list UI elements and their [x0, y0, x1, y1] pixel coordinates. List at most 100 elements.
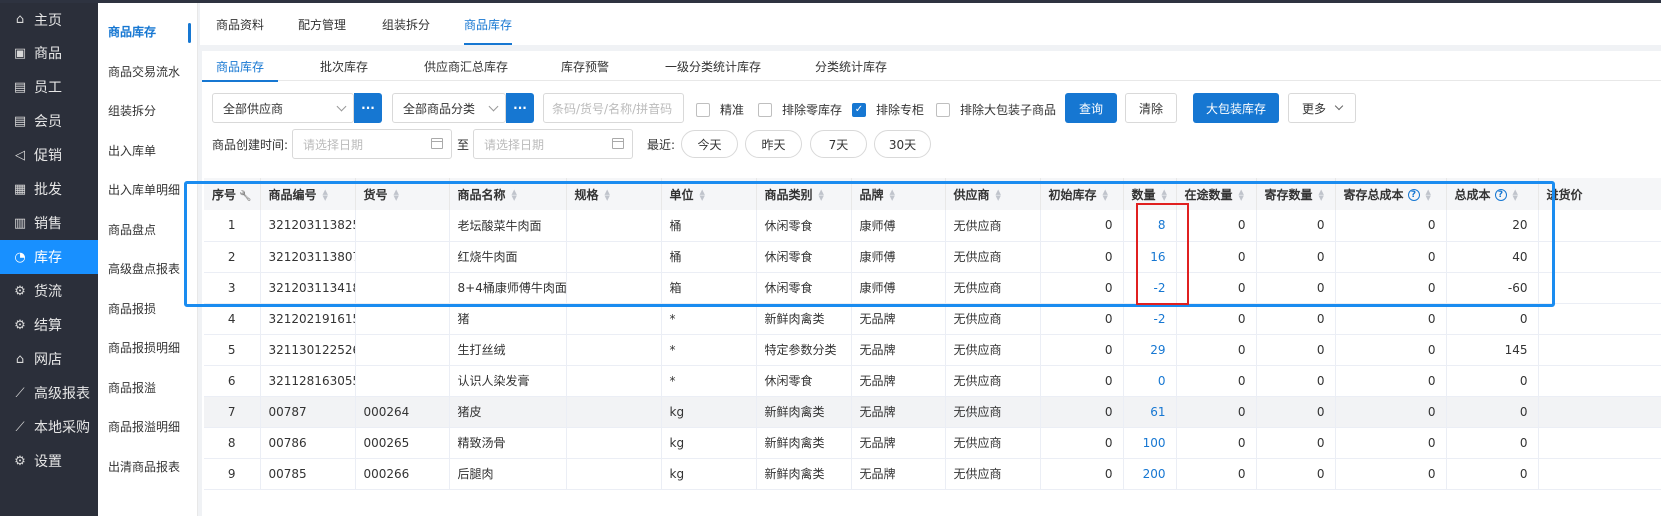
submenu-item-6[interactable]: 高级盘点报表 — [98, 249, 197, 289]
sidebar-item-12[interactable]: ⟋ 本地采购 — [0, 410, 98, 444]
column-header[interactable]: 供应商 ▲ ▼ — [945, 178, 1041, 210]
checkbox-exclude-zero[interactable]: 排除零库存 — [758, 101, 842, 118]
sort-icon[interactable]: ▲ ▼ — [1239, 189, 1247, 202]
sidebar-item-7[interactable]: ◔ 库存 — [0, 240, 98, 274]
submenu-item-4[interactable]: 出入库单明细 — [98, 170, 197, 210]
sidebar-item-2[interactable]: ▤ 员工 — [0, 70, 98, 104]
column-header[interactable]: 商品类别 ▲ ▼ — [756, 178, 852, 210]
search-input[interactable]: 条码/货号/名称/拼音码 — [543, 93, 684, 123]
sort-icon[interactable]: ▲ ▼ — [1103, 189, 1111, 202]
table-cell[interactable]: 8 — [1123, 210, 1177, 242]
subtab-level1-category[interactable]: 一级分类统计库存 — [665, 51, 761, 81]
sidebar-item-6[interactable]: ▥ 销售 — [0, 206, 98, 240]
supplier-select[interactable]: 全部供应商 — [212, 93, 354, 123]
query-button[interactable]: 查询 — [1065, 93, 1117, 123]
column-header[interactable]: 单位 ▲ ▼ — [661, 178, 757, 210]
subtab-stock-warning[interactable]: 库存预警 — [561, 51, 609, 81]
help-icon[interactable]: ? — [1494, 189, 1507, 201]
table-cell[interactable]: 100 — [1123, 427, 1177, 459]
sort-icon[interactable]: ▲ ▼ — [323, 189, 331, 202]
sidebar-item-10[interactable]: ⌂ 网店 — [0, 342, 98, 376]
column-header[interactable]: 进货价 — [1538, 178, 1661, 210]
submenu-item-8[interactable]: 商品报损明细 — [98, 328, 197, 368]
sidebar-item-5[interactable]: ▦ 批发 — [0, 172, 98, 206]
range-today-button[interactable]: 今天 — [681, 130, 738, 158]
range-yesterday-button[interactable]: 昨天 — [745, 130, 802, 158]
checkbox-exclude-bigpack[interactable]: 排除大包装子商品 — [936, 101, 1056, 118]
sidebar-item-1[interactable]: ▣ 商品 — [0, 36, 98, 70]
table-row[interactable]: 9 00785 000266 后腿肉 kg 新鲜肉禽类 无品牌 无供应商 0 200 0 0 0 0 — [204, 458, 1661, 490]
sidebar-item-13[interactable]: ⚙ 设置 — [0, 444, 98, 478]
start-date-input[interactable]: 请选择日期 — [292, 129, 452, 159]
submenu-item-11[interactable]: 出清商品报表 — [98, 447, 197, 487]
sort-icon[interactable]: ▲ ▼ — [394, 189, 402, 202]
subtab-supplier-summary[interactable]: 供应商汇总库存 — [424, 51, 508, 81]
sort-icon[interactable]: ▲ ▼ — [1162, 189, 1170, 202]
sidebar-item-4[interactable]: ◁ 促销 — [0, 138, 98, 172]
table-row[interactable]: 13212031138252老坛酸菜牛肉面桶休闲零食康师傅无供应商0800020 — [204, 210, 1661, 242]
subtab-batch-inventory[interactable]: 批次库存 — [320, 51, 368, 81]
help-icon[interactable]: ? — [1407, 189, 1420, 201]
sort-icon[interactable]: ▲ ▼ — [819, 189, 827, 202]
category-more-button[interactable]: ··· — [506, 93, 534, 123]
clear-button[interactable]: 清除 — [1125, 93, 1177, 123]
sidebar-item-3[interactable]: ▤ 会员 — [0, 104, 98, 138]
column-header[interactable]: 品牌 ▲ ▼ — [851, 178, 946, 210]
sort-icon[interactable]: ▲ ▼ — [890, 189, 898, 202]
submenu-item-2[interactable]: 组装拆分 — [98, 91, 197, 131]
submenu-item-3[interactable]: 出入库单 — [98, 131, 197, 171]
sidebar-item-11[interactable]: ⟋ 高级报表 — [0, 376, 98, 410]
checkbox-exact[interactable]: 精准 — [696, 101, 744, 118]
table-cell[interactable]: -2 — [1123, 303, 1177, 335]
table-cell[interactable]: 29 — [1123, 334, 1177, 366]
checkbox-exclude-counter[interactable]: ✓ 排除专柜 — [852, 101, 924, 118]
column-header[interactable]: 在途数量 ▲ ▼ — [1176, 178, 1257, 210]
table-row[interactable]: 23212031138070红烧牛肉面桶休闲零食康师傅无供应商01600040 — [204, 241, 1661, 273]
big-pack-inventory-button[interactable]: 大包装库存 — [1193, 93, 1279, 123]
end-date-input[interactable]: 请选择日期 — [473, 129, 633, 159]
column-header[interactable]: 初始库存 ▲ ▼ — [1040, 178, 1124, 210]
table-row[interactable]: 8 00786 000265 精致汤骨 kg 新鲜肉禽类 无品牌 无供应商 0 100 0 0 0 0 — [204, 427, 1661, 459]
column-header[interactable]: 货号 ▲ ▼ — [355, 178, 450, 210]
table-cell[interactable]: 0 — [1123, 365, 1177, 397]
column-header[interactable]: 总成本? ▲ ▼ — [1446, 178, 1539, 210]
table-cell[interactable]: 200 — [1123, 458, 1177, 490]
sidebar-item-8[interactable]: ⚙ 货流 — [0, 274, 98, 308]
table-row[interactable]: 53211301225260生打丝绒*特定参数分类无品牌无供应商02900014… — [204, 334, 1661, 366]
subtab-category-stats[interactable]: 分类统计库存 — [815, 51, 887, 81]
category-select[interactable]: 全部商品分类 — [392, 93, 506, 123]
sort-icon[interactable]: ▲ ▼ — [1319, 189, 1327, 202]
sort-icon[interactable]: ▲ ▼ — [1426, 189, 1434, 202]
table-row[interactable]: 43212021916155猪*新鲜肉禽类无品牌无供应商0-20000 — [204, 303, 1661, 335]
submenu-item-5[interactable]: 商品盘点 — [98, 210, 197, 250]
sidebar-item-9[interactable]: ⚙ 结算 — [0, 308, 98, 342]
column-header[interactable]: 商品编号 ▲ ▼ — [260, 178, 356, 210]
tab-product-info[interactable]: 商品资料 — [216, 3, 264, 45]
column-header[interactable]: 寄存数量 ▲ ▼ — [1256, 178, 1336, 210]
sort-icon[interactable]: ▲ ▼ — [1513, 189, 1521, 202]
table-row[interactable]: 7 00787 000264 猪皮 kg 新鲜肉禽类 无品牌 无供应商 0 61 0 0 0 0 — [204, 396, 1661, 428]
table-cell[interactable]: 16 — [1123, 241, 1177, 273]
sort-icon[interactable]: ▲ ▼ — [996, 189, 1004, 202]
supplier-more-button[interactable]: ··· — [354, 93, 382, 123]
column-header[interactable]: 规格 ▲ ▼ — [566, 178, 662, 210]
submenu-item-10[interactable]: 商品报溢明细 — [98, 407, 197, 447]
table-cell[interactable]: -2 — [1123, 272, 1177, 304]
more-button[interactable]: 更多 — [1288, 93, 1356, 123]
tab-product-inventory[interactable]: 商品库存 — [452, 3, 524, 45]
tab-assembly[interactable]: 组装拆分 — [382, 3, 430, 45]
range-7days-button[interactable]: 7天 — [810, 130, 867, 158]
column-header[interactable]: 商品名称 ▲ ▼ — [449, 178, 567, 210]
range-30days-button[interactable]: 30天 — [874, 130, 931, 158]
table-row[interactable]: 332120311341858+4桶康师傅牛肉面箱休闲零食康师傅无供应商0-20… — [204, 272, 1661, 304]
submenu-item-0[interactable]: 商品库存 — [98, 12, 197, 52]
tab-recipe[interactable]: 配方管理 — [298, 3, 346, 45]
wrench-icon[interactable]: 🔧 — [239, 191, 251, 202]
submenu-item-1[interactable]: 商品交易流水 — [98, 52, 197, 92]
column-header[interactable]: 寄存总成本? ▲ ▼ — [1335, 178, 1447, 210]
table-row[interactable]: 63211281630558认识人染发膏*休闲零食无品牌无供应商000000 — [204, 365, 1661, 397]
subtab-product-inventory[interactable]: 商品库存 — [201, 51, 279, 82]
column-header[interactable]: 序号 🔧 — [204, 178, 261, 210]
table-cell[interactable]: 61 — [1123, 396, 1177, 428]
sort-icon[interactable]: ▲ ▼ — [605, 189, 613, 202]
